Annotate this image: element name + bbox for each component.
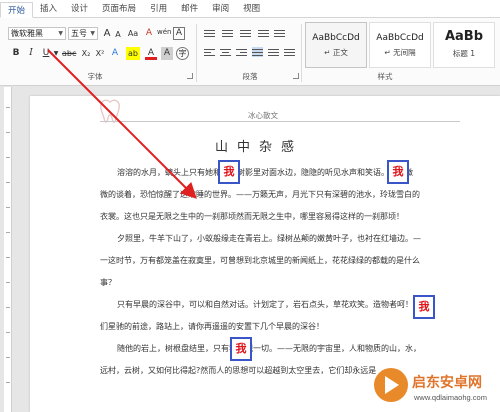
vertical-ruler bbox=[4, 87, 12, 412]
style-sample: AaBb bbox=[444, 29, 484, 44]
line-spacing-icon[interactable] bbox=[284, 47, 295, 57]
group-divider bbox=[196, 24, 197, 82]
text-effects-button[interactable]: A bbox=[109, 47, 121, 60]
multilevel-list-icon[interactable] bbox=[240, 28, 251, 38]
tab-page-layout[interactable]: 页面布局 bbox=[95, 1, 143, 17]
text-line[interactable]: 事？ bbox=[100, 277, 116, 288]
tab-design[interactable]: 设计 bbox=[64, 1, 95, 17]
style-name: 标题 1 bbox=[452, 49, 476, 58]
chevron-down-icon: ▼ bbox=[58, 30, 63, 37]
character-border-button[interactable]: A bbox=[173, 27, 185, 40]
watermark-title: 启东安卓网 bbox=[412, 375, 482, 391]
paragraph-group-label: 段落 bbox=[242, 72, 258, 81]
align-center-icon[interactable] bbox=[220, 47, 231, 57]
dialog-launcher-icon[interactable] bbox=[293, 73, 299, 79]
font-size-value: 五号 bbox=[71, 29, 87, 38]
play-logo-icon bbox=[374, 368, 408, 402]
highlighted-word-box: 我 bbox=[230, 337, 252, 361]
group-divider bbox=[301, 24, 302, 82]
styles-group-label: 样式 bbox=[377, 72, 393, 81]
text-line[interactable]: 远村，云树，又如何比得起?然而人的思想可以超越到太空里去，它们却永远是 bbox=[100, 365, 376, 376]
font-name-box[interactable]: 微软雅黑 ▼ bbox=[8, 27, 66, 40]
font-color-button[interactable]: A bbox=[145, 47, 157, 60]
site-watermark: 启东安卓网 www.qdlaimaohg.com bbox=[372, 362, 500, 412]
text-line[interactable]: 夕照里，牛羊下山了，小蚁般缘走在青岩上。绿树丛颠的嫩黄叶子，也衬在红墙边。— bbox=[117, 233, 421, 244]
text-line[interactable]: 衣裳。这也只是无限之生中的一刹那顷然而无限之生中，哪里容易得这样的一刹那顷！ bbox=[100, 211, 404, 222]
highlight-button[interactable]: ab bbox=[126, 47, 140, 60]
style-heading-1[interactable]: AaBb 标题 1 bbox=[433, 22, 495, 68]
align-right-icon[interactable] bbox=[236, 47, 247, 57]
tab-review[interactable]: 审阅 bbox=[205, 1, 236, 17]
bullets-icon[interactable] bbox=[204, 28, 215, 38]
text-line[interactable]: 溶溶的水月，螭头上只有她和我。树影里对面水边，隐隐的听见水声和笑语。我们微 bbox=[117, 167, 413, 178]
shrink-font-button[interactable]: A bbox=[113, 28, 123, 41]
style-normal[interactable]: AaBbCcDd ↵ 正文 bbox=[305, 22, 367, 68]
strikethrough-button[interactable]: abc bbox=[62, 47, 76, 60]
font-size-box[interactable]: 五号 ▼ bbox=[68, 27, 98, 40]
justify-icon[interactable] bbox=[252, 47, 263, 57]
ribbon: 微软雅黑 ▼ 五号 ▼ A A Aa A wén A B I U ▼ abc X… bbox=[0, 18, 500, 86]
distributed-icon[interactable] bbox=[268, 47, 279, 57]
italic-button[interactable]: I bbox=[25, 47, 37, 60]
decrease-indent-icon[interactable] bbox=[258, 28, 269, 38]
tab-mailings[interactable]: 邮件 bbox=[174, 1, 205, 17]
superscript-button[interactable]: X² bbox=[94, 47, 106, 60]
phonetic-guide-button[interactable]: wén bbox=[157, 26, 171, 39]
text-line[interactable]: 只有早晨的深谷中，可以和自然对话。计划定了，岩石点头，草花欢笑。造物者呵！我 bbox=[117, 299, 421, 310]
highlighted-word-box: 我 bbox=[387, 160, 409, 184]
highlighted-word-box: 我 bbox=[413, 295, 435, 319]
tab-references[interactable]: 引用 bbox=[143, 1, 174, 17]
style-sample: AaBbCcDd bbox=[312, 33, 360, 43]
tab-insert[interactable]: 插入 bbox=[33, 1, 64, 17]
chevron-down-icon[interactable]: ▼ bbox=[53, 47, 59, 60]
increase-indent-icon[interactable] bbox=[274, 28, 285, 38]
change-case-button[interactable]: Aa bbox=[126, 27, 140, 40]
tab-view[interactable]: 视图 bbox=[236, 1, 267, 17]
font-group-label: 字体 bbox=[87, 72, 103, 81]
text-line[interactable]: 一这时节，万有都笼盖在寂寞里，可曾想到北京城里的新闻纸上，花花绿绿的都载的是什么 bbox=[100, 255, 420, 266]
dialog-launcher-icon[interactable] bbox=[187, 73, 193, 79]
style-no-spacing[interactable]: AaBbCcDd ↵ 无间隔 bbox=[369, 22, 431, 68]
text-line[interactable]: 微的谈着，恐怕惊醒了这浓睡的世界。——万籁无声，月光下只有深碧的池水，玲珑雪白的 bbox=[100, 189, 420, 200]
enclose-characters-button[interactable]: 字 bbox=[176, 47, 189, 60]
highlighted-word-box: 我 bbox=[218, 160, 240, 184]
subscript-button[interactable]: X₂ bbox=[80, 47, 92, 60]
document-title: 山中杂感 bbox=[215, 140, 304, 155]
character-shading-button[interactable]: A bbox=[161, 47, 173, 60]
align-left-icon[interactable] bbox=[204, 47, 215, 57]
clear-format-button[interactable]: A bbox=[143, 27, 155, 40]
font-name-value: 微软雅黑 bbox=[11, 29, 43, 38]
text-line[interactable]: 们星驰的前途，路站上，请你再遥遥的安置下几个早晨的深谷！ bbox=[100, 321, 324, 332]
ribbon-tab-bar: 开始 插入 设计 页面布局 引用 邮件 审阅 视图 bbox=[0, 0, 500, 18]
style-sample: AaBbCcDd bbox=[376, 33, 424, 43]
style-name: ↵ 正文 bbox=[324, 48, 348, 57]
styles-gallery: AaBbCcDd ↵ 正文 AaBbCcDd ↵ 无间隔 AaBb 标题 1 bbox=[305, 22, 500, 70]
numbering-icon[interactable] bbox=[222, 28, 233, 38]
text-line[interactable]: 随他的岩上，树根盘结里，只有我能视一切。——无限的宇宙里，人和物质的山，水， bbox=[117, 343, 421, 354]
grow-font-button[interactable]: A bbox=[101, 27, 113, 40]
bold-button[interactable]: B bbox=[10, 47, 22, 60]
chevron-down-icon: ▼ bbox=[90, 30, 95, 37]
watermark-url: www.qdlaimaohg.com bbox=[414, 393, 487, 402]
underline-button[interactable]: U bbox=[40, 47, 52, 60]
header-text: 冰心散文 bbox=[248, 111, 278, 120]
header-rule bbox=[100, 121, 460, 122]
style-name: ↵ 无间隔 bbox=[384, 48, 416, 57]
tab-home[interactable]: 开始 bbox=[0, 2, 34, 18]
